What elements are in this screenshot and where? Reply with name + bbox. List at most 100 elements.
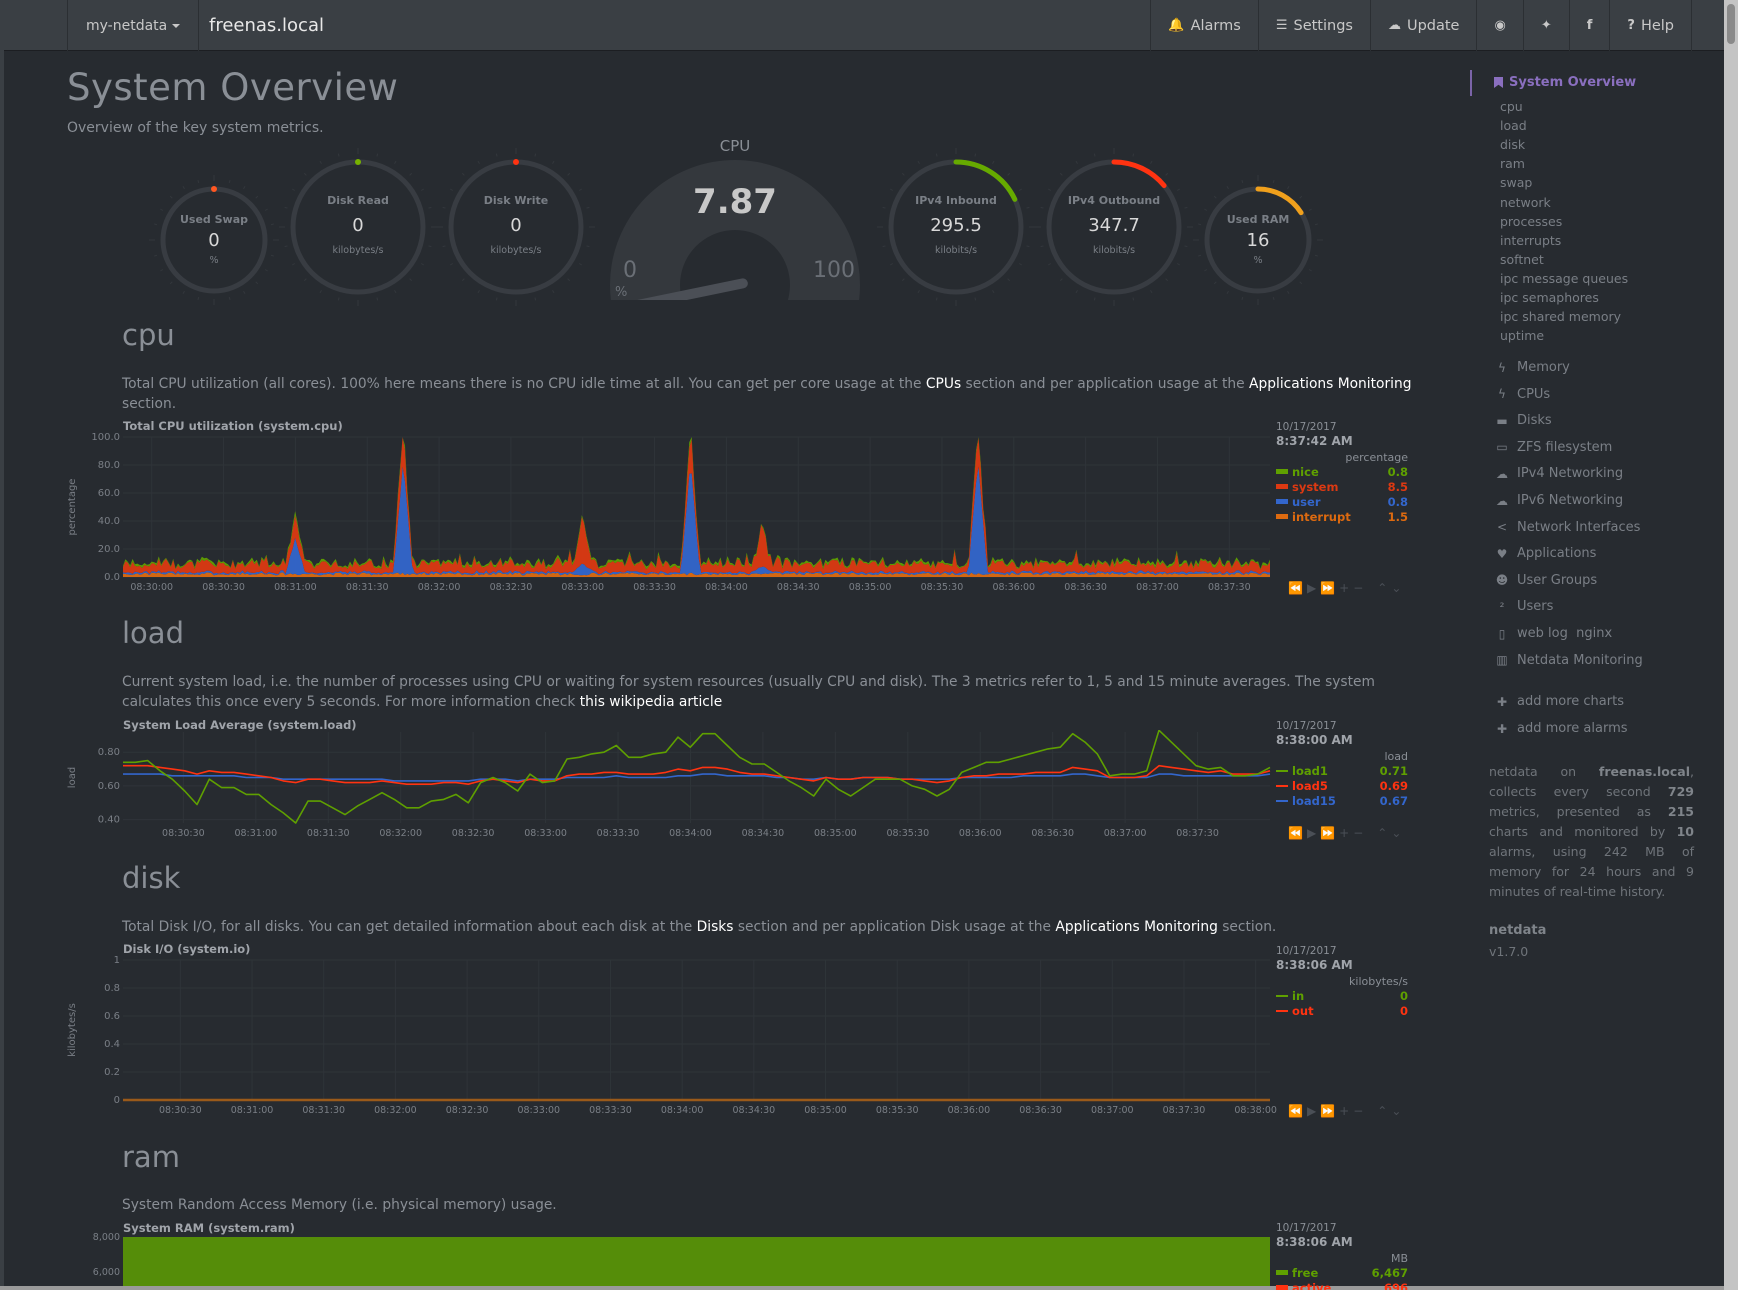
info-host: freenas.local — [1598, 764, 1691, 779]
section-heading-disk: disk — [122, 861, 181, 895]
zoom-out-icon[interactable]: − — [1353, 826, 1367, 840]
sidebar-item-ipv6-networking[interactable]: ☁ IPv6 Networking — [1493, 493, 1623, 508]
nav-settings-button[interactable]: ☰ Settings — [1257, 0, 1370, 51]
gauge-title: Disk Read — [327, 194, 389, 207]
sidebar-subitem-ipc-semaphores[interactable]: ipc semaphores — [1500, 290, 1599, 305]
link-applications-monitoring[interactable]: Applications Monitoring — [1249, 376, 1411, 392]
hostname[interactable]: freenas.local — [209, 0, 324, 51]
sidebar-subitem-ram[interactable]: ram — [1500, 156, 1525, 171]
pan-left-icon[interactable]: ⏪ — [1288, 1104, 1307, 1118]
sidebar-add-more-charts-link[interactable]: ✚ add more charts — [1493, 694, 1624, 709]
pan-left-icon[interactable]: ⏪ — [1288, 826, 1307, 840]
sidebar-subitem-network[interactable]: network — [1500, 195, 1551, 210]
zoom-in-icon[interactable]: + — [1339, 581, 1353, 595]
zoom-out-icon[interactable]: − — [1353, 1104, 1367, 1118]
legend-item-load1[interactable]: load1 0.71 — [1276, 763, 1408, 778]
nav-facebook-button[interactable]: f — [1568, 0, 1610, 51]
page-scrollbar[interactable] — [1724, 0, 1738, 1290]
sidebar-item-users[interactable]: ² Users — [1493, 599, 1554, 614]
sidebar-item-applications[interactable]: ♥ Applications — [1493, 546, 1597, 561]
link-disks[interactable]: Disks — [697, 919, 734, 935]
legend-item-load5[interactable]: load5 0.69 — [1276, 778, 1408, 793]
gauge-used-swap[interactable]: Used Swap 0% — [148, 174, 280, 306]
sidebar-item-memory[interactable]: ϟ Memory — [1493, 360, 1570, 375]
legend-item-active[interactable]: active 696 — [1276, 1280, 1408, 1290]
chart-load[interactable]: 0.80 0.60 0.40 08:30:30 08:31:00 08:31:30 08:3… — [60, 730, 1280, 845]
pan-right-icon[interactable]: ⏩ — [1320, 826, 1339, 840]
server-dropdown[interactable]: my-netdata — [67, 0, 200, 51]
horizontal-scrollbar[interactable] — [0, 1286, 1724, 1290]
legend-time: 8:38:00 AM — [1276, 733, 1353, 747]
legend-item-load15[interactable]: load15 0.67 — [1276, 793, 1408, 808]
play-icon[interactable]: ▶ — [1307, 581, 1320, 595]
legend-item-out[interactable]: out 0 — [1276, 1003, 1408, 1018]
pan-right-icon[interactable]: ⏩ — [1320, 581, 1339, 595]
chart-controls-cpu: ⏪▶⏩+− ⌃⌄ — [1288, 581, 1405, 595]
x-tick-label: 08:35:00 — [804, 1105, 847, 1116]
sidebar-item-zfs-filesystem[interactable]: ▭ ZFS filesystem — [1493, 440, 1612, 455]
zoom-in-icon[interactable]: + — [1339, 1104, 1353, 1118]
gauge-used-ram[interactable]: Used RAM 16% — [1192, 174, 1324, 306]
sidebar-item-ipv4-networking[interactable]: ☁ IPv4 Networking — [1493, 466, 1623, 481]
link-cpus[interactable]: CPUs — [926, 376, 961, 392]
y-tick-label: 0.60 — [98, 781, 120, 792]
legend-item-free[interactable]: free 6,467 — [1276, 1265, 1408, 1280]
legend-series-name: load15 — [1292, 793, 1336, 808]
sidebar-subitem-load[interactable]: load — [1500, 118, 1527, 133]
sidebar-subitem-disk[interactable]: disk — [1500, 137, 1525, 152]
legend-date: 10/17/2017 — [1276, 1222, 1337, 1234]
gauge-ipv4-outbound[interactable]: IPv4 Outbound 347.7 kilobits/s — [1034, 147, 1194, 307]
sidebar-subitem-swap[interactable]: swap — [1500, 175, 1532, 190]
resize-icon[interactable]: ⌃⌄ — [1377, 826, 1405, 840]
scrollbar-thumb[interactable] — [1727, 4, 1735, 44]
sidebar-item-netdata-monitoring[interactable]: ▥ Netdata Monitoring — [1493, 653, 1642, 668]
nav-twitter-button[interactable]: ✦ — [1522, 0, 1569, 51]
chart-ram[interactable]: 8,000 6,000 — [60, 1230, 1280, 1286]
sidebar-item-system-overview[interactable]: System Overview — [1494, 75, 1636, 90]
sidebar-item-disks[interactable]: ▬ Disks — [1493, 413, 1551, 428]
sidebar-subitem-ipc-message-queues[interactable]: ipc message queues — [1500, 271, 1628, 286]
pan-left-icon[interactable]: ⏪ — [1288, 581, 1307, 595]
resize-icon[interactable]: ⌃⌄ — [1377, 581, 1405, 595]
legend-item-interrupt[interactable]: interrupt 1.5 — [1276, 509, 1408, 524]
pan-right-icon[interactable]: ⏩ — [1320, 1104, 1339, 1118]
legend-item-in[interactable]: in 0 — [1276, 988, 1408, 1003]
zoom-in-icon[interactable]: + — [1339, 826, 1353, 840]
gauge-title: Disk Write — [483, 194, 549, 207]
gauge-disk-read[interactable]: Disk Read 0 kilobytes/s — [278, 147, 438, 307]
x-tick-label: 08:33:30 — [633, 582, 676, 593]
gauge-ipv4-inbound[interactable]: IPv4 Inbound 295.5 kilobits/s — [876, 147, 1036, 307]
play-icon[interactable]: ▶ — [1307, 826, 1320, 840]
play-icon[interactable]: ▶ — [1307, 1104, 1320, 1118]
sidebar-subitem-processes[interactable]: processes — [1500, 214, 1562, 229]
link-wikipedia-article[interactable]: this wikipedia article — [580, 694, 722, 710]
zoom-out-icon[interactable]: − — [1353, 581, 1367, 595]
legend-item-user[interactable]: user 0.8 — [1276, 494, 1408, 509]
sidebar-subitem-ipc-shared-memory[interactable]: ipc shared memory — [1500, 309, 1621, 324]
nav-help-button[interactable]: ? Help — [1609, 0, 1692, 51]
resize-icon[interactable]: ⌃⌄ — [1377, 1104, 1405, 1118]
sidebar-subitem-interrupts[interactable]: interrupts — [1500, 233, 1561, 248]
sidebar-add-more-alarms-link[interactable]: ✚ add more alarms — [1493, 721, 1628, 736]
nav-github-button[interactable]: ◉ — [1476, 0, 1522, 51]
x-tick-label: 08:37:00 — [1136, 582, 1179, 593]
legend-item-nice[interactable]: nice 0.8 — [1276, 464, 1408, 479]
link-applications-monitoring[interactable]: Applications Monitoring — [1055, 919, 1217, 935]
sidebar-subitem-uptime[interactable]: uptime — [1500, 328, 1544, 343]
sidebar-item-cpus[interactable]: ϟ CPUs — [1493, 387, 1550, 402]
nav-update-button[interactable]: ☁ Update — [1369, 0, 1477, 51]
gauge-value: 0 — [352, 215, 364, 236]
legend-item-system[interactable]: system 8.5 — [1276, 479, 1408, 494]
sidebar-item-network-interfaces[interactable]: < Network Interfaces — [1493, 520, 1640, 535]
nav-alarms-button[interactable]: 🔔 Alarms — [1150, 0, 1257, 51]
gauge-disk-write[interactable]: Disk Write 0 kilobytes/s — [436, 147, 596, 307]
chart-cpu[interactable]: 100.0 80.0 60.0 40.0 20.0 0.0 08:30:00 08:30:30… — [60, 425, 1280, 600]
sidebar-item-user-groups[interactable]: ☻ User Groups — [1493, 573, 1597, 588]
sidebar-subitem-cpu[interactable]: cpu — [1500, 99, 1523, 114]
gauge-value: 0 — [208, 230, 220, 251]
sidebar-subitem-softnet[interactable]: softnet — [1500, 252, 1544, 267]
plus-icon: ✚ — [1496, 694, 1508, 709]
chart-disk[interactable]: 1 0.8 0.6 0.4 0.2 0 08:30:30 08:31:00 08:31:30 08… — [60, 950, 1280, 1120]
sidebar-action-label: add more alarms — [1517, 721, 1628, 736]
sidebar-item-web-log-nginx[interactable]: ▯ web log nginx — [1493, 626, 1612, 641]
